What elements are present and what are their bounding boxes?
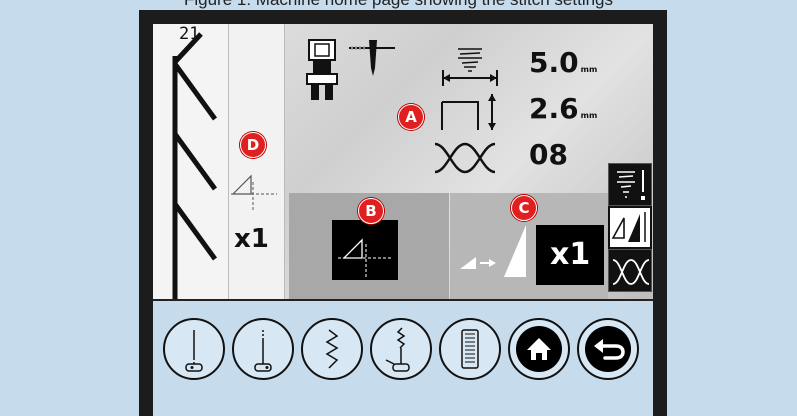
zigzag-stitch-button[interactable] (301, 318, 363, 380)
stitch-pattern-preview (172, 32, 218, 299)
needle-stop-icon (185, 330, 203, 372)
presser-foot-icon[interactable] (303, 38, 343, 102)
sequence-arrow-icon (460, 225, 526, 277)
needle-down-right-button[interactable] (232, 318, 294, 380)
marker-a: A (398, 104, 424, 130)
sequence-info-column: x1 (229, 24, 285, 299)
marker-d: D (240, 132, 266, 158)
sequence-repeat-count: x1 (550, 237, 591, 272)
needle-down-left-button[interactable] (163, 318, 225, 380)
back-icon (594, 339, 625, 360)
needle-stop-icon (254, 330, 272, 372)
stitch-width-unit: mm (580, 65, 598, 74)
back-button[interactable] (577, 318, 639, 380)
stitch-length-unit: mm (580, 111, 598, 120)
figure-caption: Figure 1: Machine home page showing the … (0, 0, 797, 10)
stitch-length-value[interactable]: 2.6 mm (529, 92, 597, 125)
sequence-icon (611, 212, 646, 242)
marker-c: C (511, 195, 537, 221)
display-frame: 21 x1 D A 5.0 mm 2.6 mm 08 B x1 C (153, 24, 653, 416)
start-point-icon (338, 238, 392, 278)
marker-b: B (358, 198, 384, 224)
tension-settings-button[interactable] (608, 249, 652, 292)
zigzag-icon (325, 329, 339, 369)
home-button[interactable] (508, 318, 570, 380)
stitch-width-icon[interactable] (440, 46, 500, 88)
stitch-length-number: 2.6 (529, 92, 579, 125)
width-length-settings-button[interactable] (608, 163, 652, 206)
zigzag-needle-button[interactable] (370, 318, 432, 380)
sequence-repeat-button[interactable]: x1 (536, 225, 604, 285)
stitch-preview-column: 21 (153, 24, 229, 299)
start-point-icon (231, 174, 277, 212)
sequence-settings-button[interactable] (608, 206, 652, 249)
stitch-length-icon[interactable] (440, 90, 500, 134)
machine-display-bezel: 21 x1 D A 5.0 mm 2.6 mm 08 B x1 C (139, 10, 667, 416)
thread-tension-value[interactable]: 08 (529, 138, 568, 171)
thread-tension-icon (612, 259, 650, 285)
thread-tension-icon[interactable] (433, 138, 497, 178)
buttonhole-button[interactable] (439, 318, 501, 380)
stitch-width-icon (617, 170, 645, 200)
buttonhole-icon (461, 329, 479, 369)
home-icon (527, 338, 551, 360)
stitch-width-number: 5.0 (529, 46, 579, 79)
needle-position-icon[interactable] (349, 38, 399, 78)
bottom-button-bar (153, 299, 653, 416)
touch-screen: 21 x1 D A 5.0 mm 2.6 mm 08 B x1 C (153, 24, 653, 299)
zigzag-needle-icon (385, 327, 410, 372)
info-repeat-count: x1 (234, 224, 269, 254)
start-point-button[interactable] (332, 220, 398, 280)
stitch-width-value[interactable]: 5.0 mm (529, 46, 597, 79)
